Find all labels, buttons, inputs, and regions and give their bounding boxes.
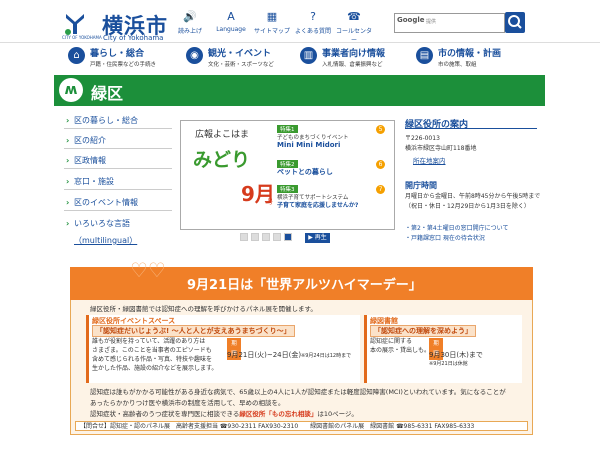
slide-dot[interactable] [240, 233, 248, 241]
header-divider [0, 42, 600, 43]
sidebar-item-government[interactable]: 区政情報 [64, 153, 172, 169]
yokohama-logo-icon[interactable] [64, 12, 86, 36]
home-icon: ⌂ [68, 47, 85, 64]
ward-banner [54, 75, 545, 106]
office-divider [405, 128, 537, 129]
question-icon: ? [310, 10, 316, 23]
promo-feature-3: 特集3 横浜子育てサポートシステム 子育て家庭を応援しませんか? 7 [277, 185, 385, 210]
office-zip: 〒226-0013 [405, 135, 440, 142]
promo-feature-2: 特集2 ペットとの暮らし 6 [277, 160, 385, 177]
sidebar-item-living[interactable]: 区の暮らし・総合 [64, 113, 172, 129]
speaker-icon: 🔊 [183, 10, 197, 23]
saturday-hours-link[interactable]: ・第2・第4土曜日の窓口開庁について [405, 223, 508, 232]
sitemap-button[interactable]: ▦ サイトマップ [252, 10, 292, 35]
phone-icon: ☎ [347, 10, 361, 23]
slide-dot[interactable] [262, 233, 270, 241]
event-title: 9月21日は「世界アルツハイマーデー」 [187, 278, 422, 293]
promo-kicker: 広報よこはま [195, 130, 250, 140]
document-icon: ▤ [416, 47, 433, 64]
promo-month-suffix: 号 [267, 199, 274, 206]
site-title-en: City of Yokohama [103, 34, 164, 42]
slide-dot[interactable] [273, 233, 281, 241]
globe-icon: A [227, 10, 235, 23]
event-library: 緑図書館 「認知症への理解を深めよう」 認知症に関する 本の展示・貸出しも。 期… [364, 315, 522, 383]
sidebar-item-languages[interactable]: いろいろな言語 [64, 216, 172, 232]
gnav-city-info[interactable]: ▤ 市の情報・計画 市の施策、取組 [416, 46, 526, 72]
wait-status-link[interactable]: ・戸籍課窓口 現在の待合状況 [405, 233, 485, 242]
search-provider-label: Google [397, 16, 425, 24]
camera-icon: ◉ [186, 47, 203, 64]
promo-name: みどり [193, 149, 251, 171]
magnifier-icon [508, 15, 522, 29]
slide-dot[interactable] [251, 233, 259, 241]
office-address: 横浜市緑区寺山町118番地 [405, 145, 477, 152]
hearts-icon: ♡♡ [130, 258, 166, 282]
sitemap-icon: ▦ [266, 10, 278, 23]
event-intro: 緑区役所・緑図書館では認知症への理解を呼びかけるパネル展を開催します。 [90, 305, 317, 313]
ward-emblem-icon: ʍ [59, 78, 83, 102]
sidebar-item-intro[interactable]: 区の紹介 [64, 133, 172, 149]
event-body: 認知症は誰もがかかる可能性がある身近な病気で、65歳以上の4人に1人が認知症また… [90, 388, 506, 418]
read-aloud-button[interactable]: 🔊 読み上げ [170, 10, 210, 35]
sidebar-item-multilingual[interactable]: （multilingual） [74, 235, 137, 246]
gnav-business[interactable]: ▥ 事業者向け情報 入札情報、倉業振興など [300, 46, 405, 72]
call-center-button[interactable]: ☎ コールセンター [334, 10, 374, 44]
search-button[interactable] [505, 12, 525, 33]
slide-dot-active[interactable] [284, 233, 292, 241]
sidebar-item-events[interactable]: 区のイベント情報 [64, 195, 172, 211]
language-button[interactable]: A Language [211, 10, 251, 33]
gnav-living[interactable]: ⌂ 暮らし・総合 戸籍・住民票などの手続き [68, 46, 173, 72]
building-icon: ▥ [300, 47, 317, 64]
hours-text: 月曜日から金曜日、午前8時45分から午後5時まで（祝日・休日・12月29日から1… [405, 193, 541, 210]
promo-feature-1: 特集1 子どものまちづくりイベント Mini Mini Midori 5 [277, 125, 385, 150]
faq-button[interactable]: ? よくある質問 [293, 10, 333, 35]
search-placeholder: 提供 [426, 19, 437, 25]
hours-title: 開庁時間 [405, 181, 437, 190]
gnav-tourism[interactable]: ◉ 観光・イベント 文化・芸術・スポーツなど [186, 46, 291, 72]
ward-name[interactable]: 緑区 [91, 80, 123, 104]
sidebar-item-facilities[interactable]: 窓口・施設 [64, 174, 172, 190]
event-contact: 【問合せ】認知症・認のパネル展 高齢者支援担当 ☎930-2311 FAX930… [75, 421, 528, 431]
office-map-link[interactable]: 所在地案内 [413, 155, 446, 165]
play-button[interactable]: ▶ 再生 [305, 233, 330, 243]
event-ward-office: 緑区役所イベントスペース 「認知症だいじょうぶ! ～人と人とが支えあうまちづくり… [86, 315, 360, 383]
logo-subtitle: CITY OF YOKOHAMA [62, 35, 102, 40]
